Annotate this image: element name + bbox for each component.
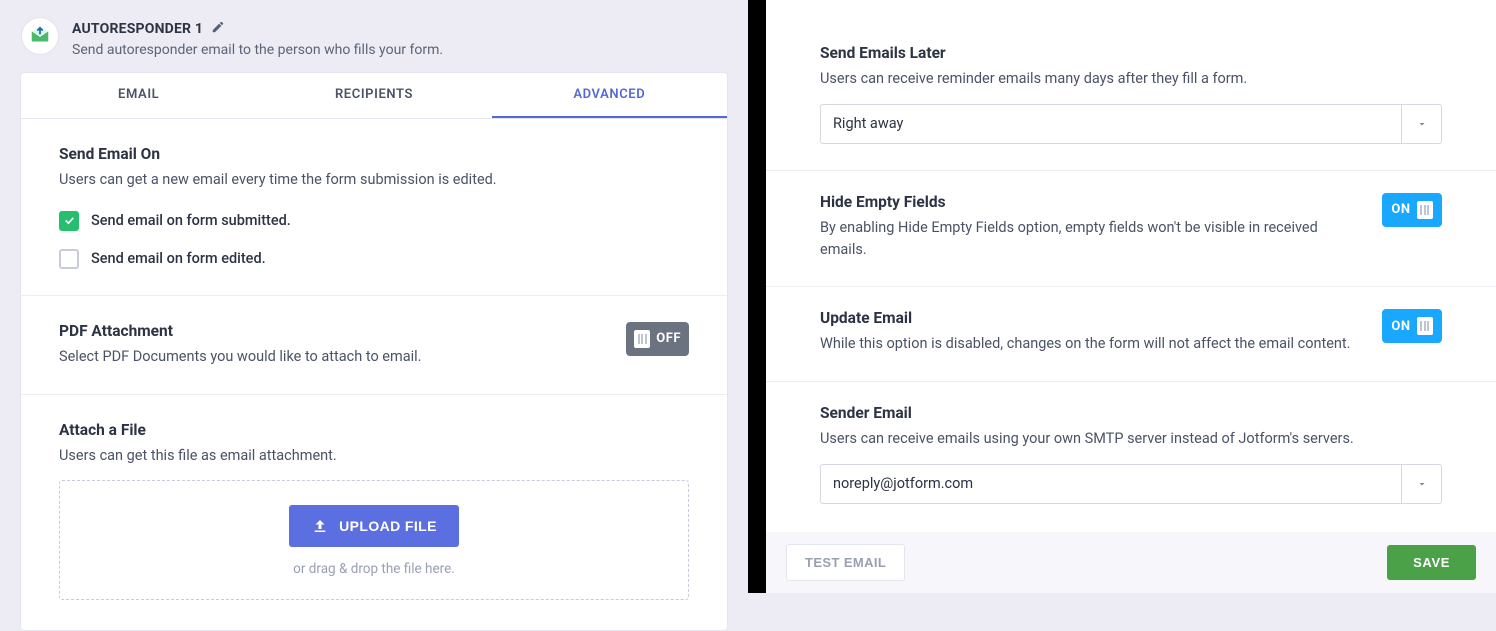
checkbox-on-submitted-label: Send email on form submitted. (91, 212, 291, 229)
toggle-knob-icon (1417, 201, 1433, 219)
footer-bar: TEST EMAIL SAVE (766, 532, 1496, 593)
send-later-select[interactable]: Right away (820, 104, 1442, 144)
checkbox-on-edited-box[interactable] (59, 249, 79, 269)
autoresponder-icon (22, 18, 58, 54)
checkbox-on-edited-label: Send email on form edited. (91, 250, 266, 267)
section-sender-email: Sender Email Users can receive emails us… (766, 382, 1496, 530)
tabs: EMAIL RECIPIENTS ADVANCED (21, 73, 727, 119)
tab-email[interactable]: EMAIL (21, 73, 256, 118)
edit-title-icon[interactable] (211, 20, 225, 38)
checkbox-on-edited[interactable]: Send email on form edited. (59, 249, 689, 269)
send-later-value: Right away (821, 105, 1401, 143)
update-email-toggle[interactable]: ON (1382, 309, 1442, 343)
attach-file-title: Attach a File (59, 421, 689, 439)
hide-empty-title: Hide Empty Fields (820, 193, 1354, 211)
checkbox-on-submitted-box[interactable] (59, 211, 79, 231)
section-update-email: Update Email While this option is disabl… (766, 287, 1496, 382)
update-email-title: Update Email (820, 309, 1354, 327)
hide-empty-toggle-label: ON (1391, 202, 1410, 217)
pdf-attachment-desc: Select PDF Documents you would like to a… (59, 346, 602, 368)
send-later-desc: Users can receive reminder emails many d… (820, 68, 1442, 90)
section-send-email-on: Send Email On Users can get a new email … (21, 119, 727, 296)
tab-recipients[interactable]: RECIPIENTS (256, 73, 491, 118)
send-email-on-title: Send Email On (59, 145, 689, 163)
section-pdf-attachment: PDF Attachment Select PDF Documents you … (21, 296, 727, 395)
pdf-attachment-toggle[interactable]: OFF (626, 322, 689, 356)
section-hide-empty: Hide Empty Fields By enabling Hide Empty… (766, 171, 1496, 288)
chevron-down-icon (1401, 465, 1441, 503)
page-subtitle: Send autoresponder email to the person w… (72, 42, 443, 58)
section-send-later: Send Emails Later Users can receive remi… (766, 22, 1496, 171)
save-button[interactable]: SAVE (1387, 545, 1476, 580)
file-drop-area[interactable]: UPLOAD FILE or drag & drop the file here… (59, 480, 689, 600)
sender-email-select[interactable]: noreply@jotform.com (820, 464, 1442, 504)
right-pane: Send Emails Later Users can receive remi… (766, 0, 1496, 593)
hide-empty-toggle[interactable]: ON (1382, 193, 1442, 227)
left-pane: AUTORESPONDER 1 Send autoresponder email… (0, 0, 748, 593)
page-title: AUTORESPONDER 1 (72, 20, 225, 38)
update-email-desc: While this option is disabled, changes o… (820, 333, 1354, 355)
chevron-down-icon (1401, 105, 1441, 143)
test-email-button[interactable]: TEST EMAIL (786, 544, 905, 581)
sender-email-desc: Users can receive emails using your own … (820, 428, 1442, 450)
upload-file-button-label: UPLOAD FILE (339, 518, 437, 534)
update-email-toggle-label: ON (1391, 319, 1410, 334)
settings-card: EMAIL RECIPIENTS ADVANCED Send Email On … (20, 72, 728, 631)
settings-header: AUTORESPONDER 1 Send autoresponder email… (20, 18, 728, 58)
drop-hint: or drag & drop the file here. (70, 561, 678, 577)
hide-empty-desc: By enabling Hide Empty Fields option, em… (820, 217, 1354, 261)
pdf-attachment-toggle-label: OFF (656, 331, 681, 346)
pane-divider (748, 0, 766, 593)
pdf-attachment-title: PDF Attachment (59, 322, 602, 340)
toggle-knob-icon (1417, 317, 1433, 335)
sender-email-value: noreply@jotform.com (821, 465, 1401, 503)
section-attach-file: Attach a File Users can get this file as… (21, 395, 727, 631)
tab-advanced[interactable]: ADVANCED (492, 73, 727, 118)
attach-file-desc: Users can get this file as email attachm… (59, 445, 689, 467)
page-title-text: AUTORESPONDER 1 (72, 21, 203, 37)
sender-email-title: Sender Email (820, 404, 1442, 422)
upload-icon (311, 517, 329, 535)
toggle-knob-icon (634, 330, 650, 348)
send-later-title: Send Emails Later (820, 44, 1442, 62)
send-email-on-desc: Users can get a new email every time the… (59, 169, 689, 191)
checkbox-on-submitted[interactable]: Send email on form submitted. (59, 211, 689, 231)
upload-file-button[interactable]: UPLOAD FILE (289, 505, 459, 547)
